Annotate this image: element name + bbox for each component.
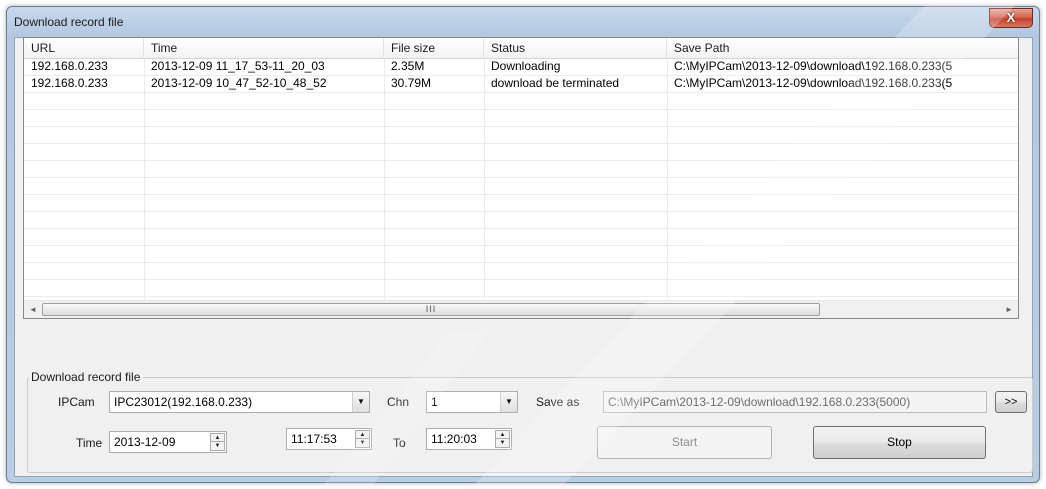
window-title: Download record file bbox=[14, 15, 124, 29]
end-time-spinner[interactable]: ▲ ▼ bbox=[495, 430, 510, 448]
spin-up-icon: ▲ bbox=[356, 431, 369, 439]
chevron-down-icon[interactable]: ▼ bbox=[352, 392, 369, 412]
ipcam-select[interactable]: IPC23012(192.168.0.233) ▼ bbox=[109, 391, 370, 413]
cell-time: 2013-12-09 10_47_52-10_48_52 bbox=[151, 76, 327, 90]
column-header-status[interactable]: Status bbox=[484, 38, 667, 59]
cell-url: 192.168.0.233 bbox=[31, 59, 108, 73]
stop-button[interactable]: Stop bbox=[813, 426, 986, 459]
empty-row bbox=[24, 161, 1018, 178]
empty-row bbox=[24, 212, 1018, 229]
time-label: Time bbox=[76, 436, 103, 450]
scroll-grip-icon: III bbox=[425, 304, 437, 314]
column-header-save-path[interactable]: Save Path bbox=[667, 38, 1018, 59]
cell-url: 192.168.0.233 bbox=[31, 76, 108, 90]
save-as-label: Save as bbox=[536, 395, 580, 409]
cell-file-size: 30.79M bbox=[391, 76, 432, 90]
horizontal-scrollbar[interactable]: ◄ III ► bbox=[24, 300, 1018, 318]
cell-file-size: 2.35M bbox=[391, 59, 425, 73]
empty-row bbox=[24, 195, 1018, 212]
save-as-path-value: C:\MyIPCam\2013-12-09\download\192.168.0… bbox=[608, 395, 911, 409]
scroll-left-arrow-icon[interactable]: ◄ bbox=[25, 303, 41, 317]
date-value: 2013-12-09 bbox=[114, 435, 176, 449]
empty-row bbox=[24, 144, 1018, 161]
date-picker[interactable]: 2013-12-09 ▲ ▼ bbox=[109, 431, 227, 453]
chn-label: Chn bbox=[387, 395, 410, 409]
ipcam-value: IPC23012(192.168.0.233) bbox=[114, 395, 253, 409]
title-bar[interactable]: Download record file X bbox=[7, 7, 1039, 37]
column-header-time[interactable]: Time bbox=[144, 38, 384, 59]
empty-row bbox=[24, 127, 1018, 144]
column-header-file-size[interactable]: File size bbox=[384, 38, 484, 59]
scroll-thumb[interactable]: III bbox=[42, 303, 820, 316]
cell-save-path: C:\MyIPCam\2013-12-09\download\192.168.0… bbox=[674, 76, 953, 90]
date-spinner[interactable]: ▲ ▼ bbox=[210, 433, 225, 451]
empty-row bbox=[24, 93, 1018, 110]
list-header: URL Time File size Status Save Path bbox=[24, 38, 1018, 59]
channel-select[interactable]: 1 ▼ bbox=[426, 391, 518, 413]
browse-button[interactable]: >> bbox=[995, 391, 1027, 413]
chevron-down-icon[interactable]: ▼ bbox=[500, 392, 517, 412]
column-header-url[interactable]: URL bbox=[24, 38, 144, 59]
start-time-spinner[interactable]: ▲ ▼ bbox=[355, 430, 370, 448]
end-time-value: 11:20:03 bbox=[431, 432, 477, 446]
download-list[interactable]: URL Time File size Status Save Path 192.… bbox=[23, 37, 1019, 319]
start-time-picker[interactable]: 11:17:53 ▲ ▼ bbox=[286, 428, 372, 450]
group-title: Download record file bbox=[29, 370, 144, 384]
table-row[interactable]: 192.168.0.233 2013-12-09 11_17_53-11_20_… bbox=[24, 59, 1018, 76]
empty-row bbox=[24, 280, 1018, 297]
channel-value: 1 bbox=[431, 395, 438, 409]
spin-down-icon: ▼ bbox=[359, 440, 366, 446]
ipcam-label: IPCam bbox=[58, 395, 95, 409]
spin-down-icon: ▼ bbox=[499, 440, 506, 446]
list-rows: 192.168.0.233 2013-12-09 11_17_53-11_20_… bbox=[24, 59, 1018, 297]
cell-status: download be terminated bbox=[491, 76, 620, 90]
empty-row bbox=[24, 246, 1018, 263]
table-row[interactable]: 192.168.0.233 2013-12-09 10_47_52-10_48_… bbox=[24, 76, 1018, 93]
to-label: To bbox=[393, 436, 406, 450]
spin-up-icon: ▲ bbox=[496, 431, 509, 439]
end-time-picker[interactable]: 11:20:03 ▲ ▼ bbox=[426, 428, 512, 450]
start-time-value: 11:17:53 bbox=[291, 432, 337, 446]
cell-save-path: C:\MyIPCam\2013-12-09\download\192.168.0… bbox=[674, 59, 953, 73]
spin-up-icon: ▲ bbox=[211, 434, 224, 442]
save-as-path-field: C:\MyIPCam\2013-12-09\download\192.168.0… bbox=[603, 391, 987, 413]
close-button[interactable]: X bbox=[989, 8, 1033, 28]
empty-row bbox=[24, 178, 1018, 195]
spin-down-icon: ▼ bbox=[214, 443, 221, 449]
cell-status: Downloading bbox=[491, 59, 561, 73]
start-button[interactable]: Start bbox=[597, 426, 772, 459]
scroll-right-arrow-icon[interactable]: ► bbox=[1001, 303, 1017, 317]
empty-row bbox=[24, 263, 1018, 280]
empty-row bbox=[24, 229, 1018, 246]
cell-time: 2013-12-09 11_17_53-11_20_03 bbox=[151, 59, 325, 73]
empty-row bbox=[24, 110, 1018, 127]
